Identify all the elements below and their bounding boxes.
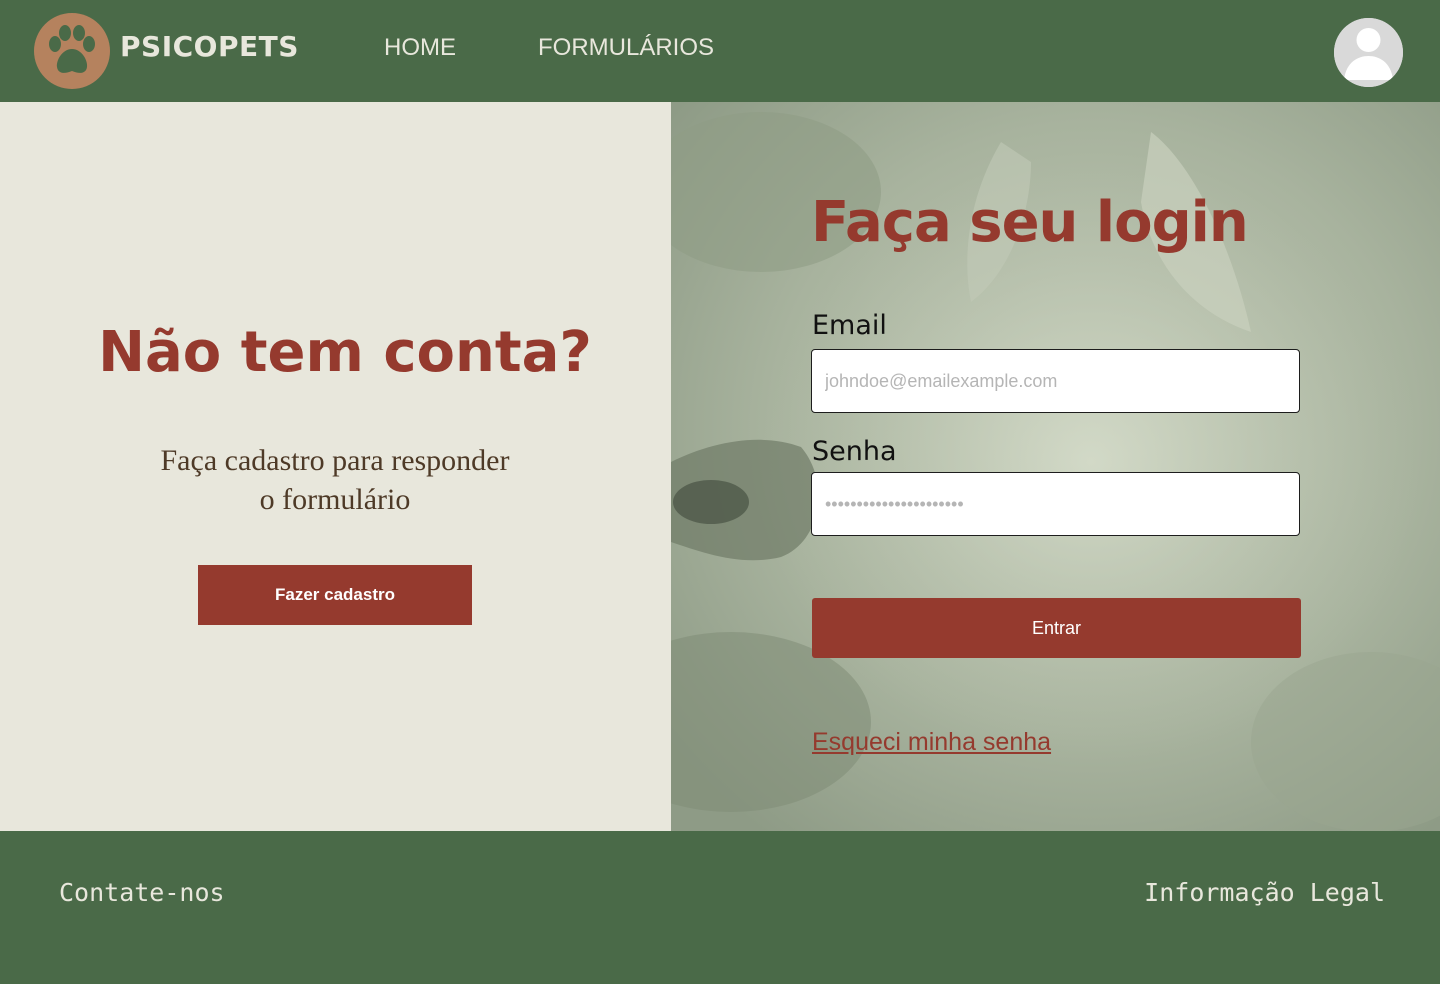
signup-panel: Não tem conta? Faça cadastro para respon… — [0, 102, 671, 831]
login-title: Faça seu login — [811, 190, 1249, 255]
paw-icon — [49, 25, 95, 73]
brand-name[interactable]: PSICOPETS — [120, 30, 299, 63]
footer-contact-link[interactable]: Contate-nos — [59, 878, 225, 907]
nav-forms-link[interactable]: FORMULÁRIOS — [538, 34, 714, 62]
footer: Contate-nos Informação Legal — [0, 831, 1440, 984]
email-label: Email — [812, 310, 887, 341]
logo[interactable] — [34, 13, 110, 89]
login-button[interactable]: Entrar — [812, 598, 1301, 658]
signup-button[interactable]: Fazer cadastro — [198, 565, 472, 625]
signup-title: Não tem conta? — [98, 320, 592, 385]
top-navbar: PSICOPETS HOME FORMULÁRIOS — [0, 0, 1440, 102]
nav-home-link[interactable]: HOME — [384, 34, 456, 62]
password-label: Senha — [812, 436, 897, 467]
password-field[interactable] — [811, 472, 1300, 536]
user-avatar-icon — [1334, 18, 1403, 87]
forgot-password-link[interactable]: Esqueci minha senha — [812, 728, 1051, 757]
email-field[interactable] — [811, 349, 1300, 413]
user-avatar-button[interactable] — [1334, 18, 1403, 87]
footer-legal-link[interactable]: Informação Legal — [1144, 878, 1385, 907]
signup-subtitle: Faça cadastro para responder o formulári… — [160, 444, 510, 516]
login-panel: Faça seu login Email Senha Entrar Esquec… — [671, 102, 1440, 831]
